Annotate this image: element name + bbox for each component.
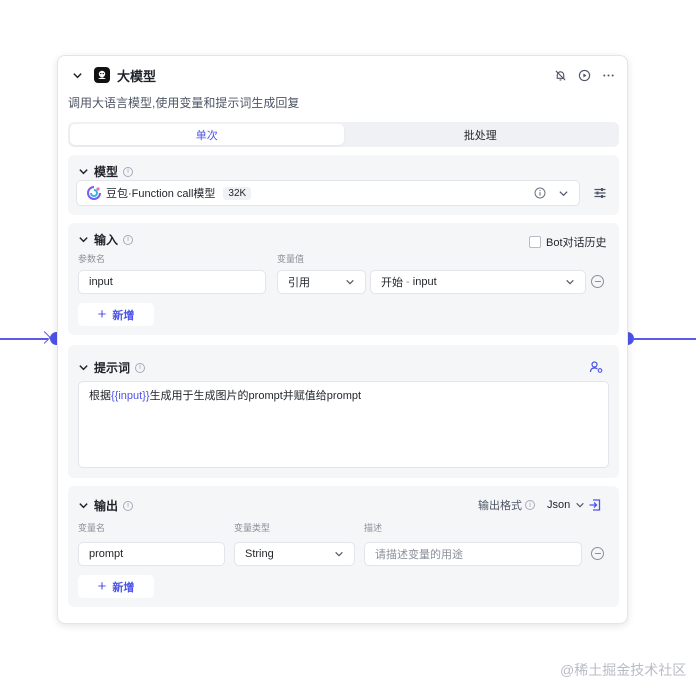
model-selector[interactable]: 豆包·Function call模型 32K [76,180,580,206]
chevron-down-icon [345,277,355,287]
section-title: 输出 [94,499,119,513]
tab-single[interactable]: 单次 [70,124,344,145]
remove-row-icon[interactable] [591,547,604,560]
collapse-chevron-icon[interactable] [76,499,90,513]
llm-logo-icon [94,67,110,83]
incoming-edge-arrow [38,331,51,344]
column-header-name: 变量名 [78,523,106,533]
import-icon[interactable] [588,498,602,512]
chevron-down-icon[interactable] [558,188,569,199]
settings-sliders-icon[interactable] [593,186,607,200]
bot-history-toggle[interactable]: Bot对话历史 [529,234,607,250]
column-header-type: 变量类型 [234,523,271,533]
bell-off-icon[interactable] [553,68,567,82]
prompt-section: 提示词 i 根据{{input}}生成用于生成图片的prompt并赋值给prom… [68,345,619,478]
chevron-down-icon [334,549,344,559]
info-icon[interactable]: i [525,500,535,510]
variable-token: {{input}} [111,390,150,402]
more-icon[interactable] [601,68,615,82]
section-title: 输入 [94,233,119,247]
output-var-name-input[interactable]: prompt [78,542,225,566]
context-badge: 32K [223,186,252,200]
doubao-logo-icon [87,186,101,200]
node-description: 调用大语言模型,使用变量和提示词生成回复 [68,96,300,110]
model-section: 模型 i 豆包·Function call模型 32K [68,155,619,215]
info-icon[interactable]: i [123,234,134,245]
output-desc-input[interactable]: 请描述变量的用途 [364,542,582,566]
column-header-param: 参数名 [78,254,106,264]
collapse-chevron-icon[interactable] [70,68,84,82]
plus-icon: + [97,306,107,323]
bot-history-label: Bot对话历史 [546,237,607,249]
add-output-button[interactable]: + 新增 [78,575,154,598]
watermark: @稀土掘金技术社区 [560,662,687,678]
outgoing-edge [634,338,696,340]
info-icon[interactable]: i [123,166,134,177]
mode-tabs: 单次 批处理 [68,122,619,147]
run-icon[interactable] [577,68,591,82]
param-name-input[interactable]: input [78,270,266,294]
node-header: 大模型 [70,66,615,84]
model-name: 豆包·Function call模型 [106,188,216,200]
output-format-label: 输出格式 [478,500,522,512]
prompt-library-icon[interactable] [589,360,603,374]
tab-batch[interactable]: 批处理 [344,124,618,145]
llm-node-card[interactable]: 大模型 调用大语言模型,使用变量和提示词生成回复 单次 批处理 模型 i 豆包·… [57,55,628,624]
output-section: 输出 i 输出格式 i Json 变量名 变量类型 描述 prompt Stri… [68,486,619,607]
chevron-down-icon [565,277,575,287]
output-var-type-select[interactable]: String [234,542,355,566]
input-section: 输入 i Bot对话历史 参数名 变量值 input 引用 开始 - input [68,223,619,335]
info-icon[interactable] [534,187,546,199]
plus-icon: + [97,578,107,595]
info-icon[interactable]: i [135,362,146,373]
add-input-button[interactable]: + 新增 [78,303,154,326]
ref-type-select[interactable]: 引用 [277,270,366,294]
section-title: 模型 [94,165,119,179]
remove-row-icon[interactable] [591,275,604,288]
info-icon[interactable]: i [123,500,134,511]
column-header-value: 变量值 [277,254,305,264]
node-title: 大模型 [117,68,157,84]
source-variable-select[interactable]: 开始 - input [370,270,586,294]
output-format-select[interactable]: Json [547,499,585,511]
collapse-chevron-icon[interactable] [76,165,90,179]
collapse-chevron-icon[interactable] [76,233,90,247]
chevron-down-icon [576,502,584,508]
prompt-editor[interactable]: 根据{{input}}生成用于生成图片的prompt并赋值给prompt [78,381,609,468]
column-header-desc: 描述 [364,523,383,533]
bot-history-checkbox[interactable] [529,236,541,248]
output-format: 输出格式 i Json [478,497,585,513]
section-title: 提示词 [94,361,131,375]
collapse-chevron-icon[interactable] [76,361,90,375]
